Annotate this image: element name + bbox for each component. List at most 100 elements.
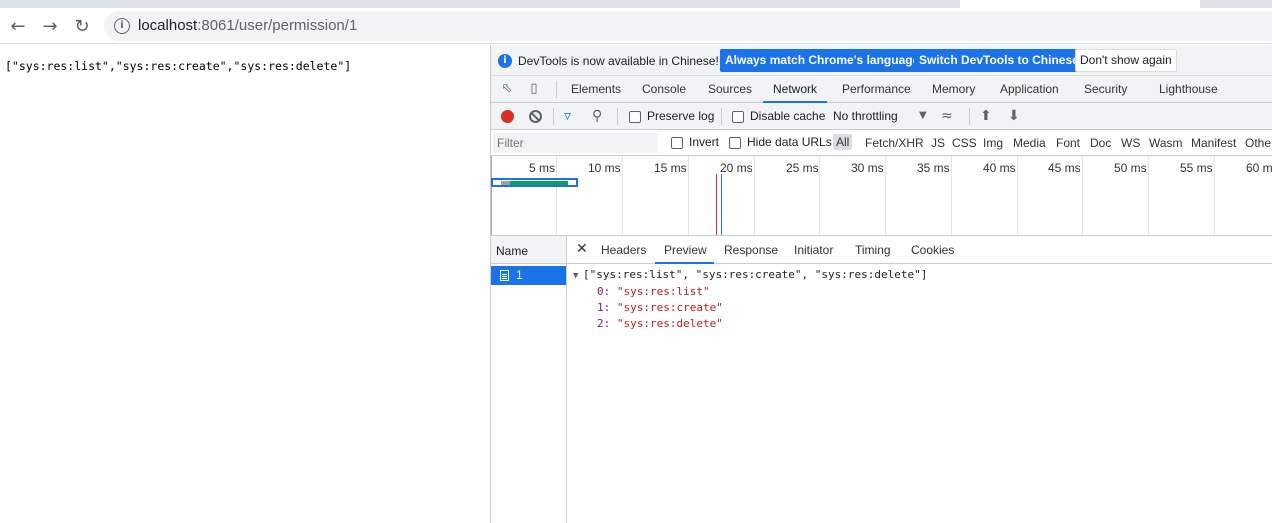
filter-icon[interactable]: ▿ (564, 108, 571, 124)
timeline-tick: 20 ms (720, 161, 753, 175)
timeline-tick: 60 m (1246, 161, 1272, 175)
preserve-log-label: Preserve log (647, 109, 715, 123)
tab-sources[interactable]: Sources (708, 82, 752, 96)
filter-type-media[interactable]: Media (1013, 136, 1046, 150)
grid-line (491, 156, 492, 235)
browser-tab[interactable] (960, 0, 1200, 8)
invert-checkbox[interactable] (671, 137, 683, 149)
tab-performance[interactable]: Performance (842, 82, 911, 96)
json-entry: 2: "sys:res:delete" (573, 316, 927, 332)
network-toolbar: ▿ ⚲ Preserve log Disable cache No thrott… (491, 103, 1272, 130)
language-infobar: i DevTools is now available in Chinese! … (491, 45, 1272, 76)
request-name: 1 (516, 268, 523, 282)
grid-line (819, 156, 820, 235)
tab-headers[interactable]: Headers (601, 243, 646, 257)
tab-lighthouse[interactable]: Lighthouse (1159, 82, 1218, 96)
active-detail-tab-indicator (655, 262, 714, 264)
hide-data-urls-label: Hide data URLs (747, 135, 832, 149)
url-path: :8061/user/permission/1 (197, 17, 358, 34)
tab-initiator[interactable]: Initiator (794, 243, 833, 257)
dont-show-again-button[interactable]: Don't show again (1075, 49, 1177, 72)
forward-arrow-icon[interactable]: → (38, 14, 62, 38)
json-entry: 1: "sys:res:create" (573, 300, 927, 316)
tab-network[interactable]: Network (773, 82, 817, 96)
grid-line (1082, 156, 1083, 235)
filter-type-font[interactable]: Font (1056, 136, 1080, 150)
throttling-select[interactable]: No throttling (833, 109, 898, 123)
filter-type-js[interactable]: JS (931, 136, 945, 150)
json-index: 0: (597, 285, 611, 298)
network-conditions-icon[interactable]: ≈ (941, 108, 953, 124)
json-value: "sys:res:delete" (616, 317, 723, 330)
disable-cache-checkbox[interactable] (732, 111, 744, 123)
grid-line (951, 156, 952, 235)
timeline-tick: 55 ms (1180, 161, 1213, 175)
grid-line (556, 156, 557, 235)
json-index: 1: (597, 301, 611, 314)
json-entry: 0: "sys:res:list" (573, 284, 927, 300)
chevron-down-icon[interactable]: ▼ (919, 108, 927, 124)
filter-type-all[interactable]: All (833, 134, 853, 150)
device-toolbar-icon[interactable]: ▯ (526, 81, 542, 97)
detail-tabbar: ✕ Headers Preview Response Initiator Tim… (567, 236, 1272, 264)
tab-memory[interactable]: Memory (932, 82, 975, 96)
json-array-summary[interactable]: ▼ ["sys:res:list", "sys:res:create", "sys… (573, 267, 927, 284)
filter-type-ws[interactable]: WS (1121, 136, 1140, 150)
timeline-tick: 30 ms (851, 161, 884, 175)
filter-type-doc[interactable]: Doc (1090, 136, 1111, 150)
export-har-icon[interactable]: ⬇ (1008, 108, 1020, 124)
filter-input[interactable] (493, 133, 658, 153)
tab-preview[interactable]: Preview (664, 243, 707, 257)
network-overview[interactable]: 5 ms 10 ms 15 ms 20 ms 25 ms 30 ms 35 ms… (491, 156, 1272, 236)
request-row[interactable]: 1 (491, 266, 566, 285)
filter-type-img[interactable]: Img (983, 136, 1003, 150)
reload-icon[interactable]: ↻ (70, 14, 94, 38)
invert-label: Invert (689, 135, 720, 149)
timeline-tick: 15 ms (654, 161, 687, 175)
grid-line (885, 156, 886, 235)
grid-line (754, 156, 755, 235)
site-info-icon[interactable]: i (114, 18, 130, 34)
url-text[interactable]: localhost:8061/user/permission/1 (138, 17, 357, 34)
page-content: ["sys:res:list","sys:res:create","sys:re… (0, 45, 490, 523)
hide-data-urls-checkbox[interactable] (729, 137, 741, 149)
grid-line (688, 156, 689, 235)
back-arrow-icon[interactable]: ← (6, 14, 30, 38)
disable-cache-label: Disable cache (750, 109, 826, 123)
tab-elements[interactable]: Elements (571, 82, 621, 96)
inspect-element-icon[interactable]: ⬁ (499, 81, 515, 97)
close-icon[interactable]: ✕ (576, 241, 588, 257)
expand-triangle-icon[interactable]: ▼ (573, 268, 583, 284)
info-icon: i (498, 54, 512, 68)
filter-type-manifest[interactable]: Manifest (1191, 136, 1236, 150)
divider (721, 108, 722, 125)
tab-console[interactable]: Console (642, 82, 686, 96)
preserve-log-checkbox[interactable] (629, 111, 641, 123)
devtools-tabbar: ⬁ ▯ Elements Console Sources Network Per… (491, 76, 1272, 103)
import-har-icon[interactable]: ⬆ (980, 108, 992, 124)
search-icon[interactable]: ⚲ (592, 108, 602, 124)
tab-response[interactable]: Response (724, 243, 778, 257)
record-icon[interactable] (501, 110, 514, 123)
url-host: localhost (138, 17, 198, 34)
clear-icon[interactable] (529, 110, 542, 123)
document-icon (500, 270, 509, 281)
address-bar[interactable]: i localhost:8061/user/permission/1 (104, 11, 1272, 41)
name-column-header[interactable]: Name (491, 236, 566, 264)
devtools-panel: i DevTools is now available in Chinese! … (490, 45, 1272, 523)
timeline-tick: 25 ms (786, 161, 819, 175)
tab-application[interactable]: Application (1000, 82, 1059, 96)
tab-security[interactable]: Security (1084, 82, 1127, 96)
request-detail: ✕ Headers Preview Response Initiator Tim… (567, 236, 1272, 523)
divider (969, 108, 970, 125)
switch-to-chinese-button[interactable]: Switch DevTools to Chinese (914, 49, 1084, 72)
filter-type-fetch-xhr[interactable]: Fetch/XHR (865, 136, 924, 150)
filter-type-wasm[interactable]: Wasm (1149, 136, 1183, 150)
json-response-text: ["sys:res:list","sys:res:create","sys:re… (5, 59, 352, 73)
filter-type-other[interactable]: Othe (1245, 136, 1271, 150)
filter-type-css[interactable]: CSS (952, 136, 977, 150)
tab-cookies[interactable]: Cookies (911, 243, 954, 257)
tab-timing[interactable]: Timing (855, 243, 891, 257)
match-language-button[interactable]: Always match Chrome's language (720, 49, 925, 72)
waterfall-download-segment (510, 181, 568, 185)
